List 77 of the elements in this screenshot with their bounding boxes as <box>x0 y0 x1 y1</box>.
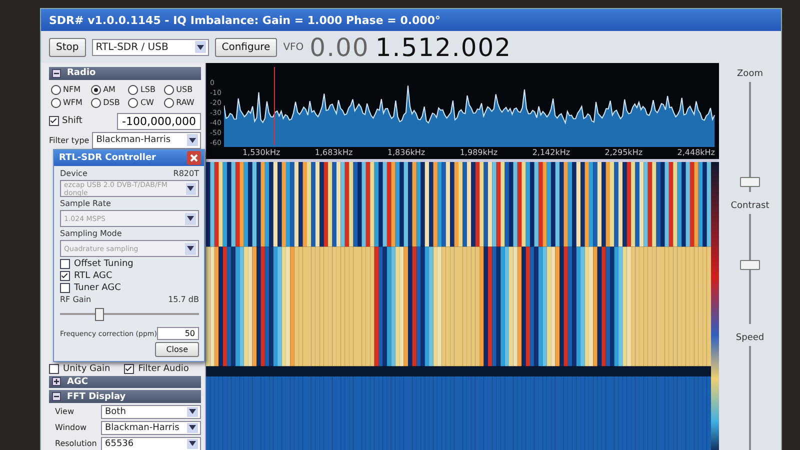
checkbox-label[interactable]: Tuner AGC <box>74 283 121 293</box>
radio-label[interactable]: CW <box>140 98 154 108</box>
checkbox-label[interactable]: Filter Audio <box>138 364 189 374</box>
slider-thumb[interactable] <box>740 177 760 187</box>
axis-label: 1,530kHz <box>242 148 280 157</box>
section-header[interactable]: Radio <box>49 67 201 80</box>
radio-label[interactable]: WFM <box>63 98 82 108</box>
checkbox-label[interactable]: RTL AGC <box>74 271 112 281</box>
vfo-frequency[interactable]: 1.512.002 <box>375 32 512 62</box>
slider-thumb[interactable] <box>94 308 104 321</box>
ppm-field[interactable]: 50 <box>157 327 199 340</box>
close-icon[interactable] <box>187 151 201 165</box>
radio-button[interactable] <box>164 84 174 95</box>
checkbox-label[interactable]: Offset Tuning <box>74 259 134 269</box>
window-title: SDR# v1.0.0.1145 - IQ Imbalance: Gain = 1.000 Phase = 0.000° <box>49 14 440 26</box>
vfo-label: VFO <box>283 42 304 52</box>
checkbox-label[interactable]: Unity Gain <box>63 364 110 374</box>
radio-label[interactable]: USB <box>176 85 193 94</box>
axis-label: 2,448kHz <box>677 148 715 157</box>
slider-thumb[interactable] <box>740 260 760 270</box>
radio-button[interactable] <box>128 84 138 95</box>
field-label: Device <box>60 169 88 178</box>
dropdown-arrow-icon[interactable] <box>187 422 198 433</box>
field-label: RF Gain <box>60 295 92 304</box>
axis-label: 1,683kHz <box>314 148 353 157</box>
field-label: Filter type <box>49 136 90 145</box>
filter-dropdown[interactable]: Blackman-Harris <box>92 132 201 149</box>
dropdown-arrow-icon[interactable] <box>187 406 198 417</box>
dropdown[interactable]: Both <box>101 404 201 419</box>
stop-button[interactable]: Stop <box>49 38 86 56</box>
radio-button[interactable] <box>128 98 138 108</box>
vfo-digits: 0.00 <box>310 32 370 62</box>
checkbox-label[interactable]: Shift <box>62 116 82 126</box>
checkbox[interactable] <box>60 271 70 281</box>
radio-label[interactable]: AM <box>103 85 116 94</box>
section-header[interactable]: AGC <box>49 376 201 388</box>
axis-label: 2,295kHz <box>604 148 643 157</box>
slider-label: Contrast <box>730 201 770 211</box>
slider-label: Zoom <box>737 69 763 79</box>
field-label: View <box>55 407 75 416</box>
radio-button[interactable] <box>51 84 61 95</box>
checkbox[interactable] <box>124 364 134 374</box>
checkbox[interactable] <box>49 364 59 374</box>
radio-button[interactable] <box>91 98 102 108</box>
axis-label: 1,989kHz <box>460 148 498 157</box>
close-button[interactable]: Close <box>155 342 199 357</box>
field-label: Sampling Mode <box>60 229 123 238</box>
field-label: Sample Rate <box>60 199 112 208</box>
checkbox[interactable] <box>60 259 70 269</box>
source-dropdown[interactable]: RTL-SDR / USB <box>92 38 209 56</box>
radio-label[interactable]: LSB <box>140 85 156 94</box>
gain-value: 15.7 dB <box>168 295 199 304</box>
axis-label: 1,836kHz <box>387 148 426 157</box>
tuning-marker[interactable] <box>274 67 276 145</box>
section-header[interactable]: FFT Display <box>49 390 201 403</box>
field-label: Resolution <box>55 439 95 448</box>
shift-field[interactable]: -100,000,000 <box>117 112 201 130</box>
checkbox[interactable] <box>60 283 70 293</box>
radio-label[interactable]: RAW <box>176 98 194 108</box>
collapse-icon[interactable] <box>52 392 61 402</box>
configure-button[interactable]: Configure <box>214 38 278 56</box>
expand-icon[interactable] <box>52 377 61 386</box>
dropdown-arrow-icon[interactable] <box>187 438 198 449</box>
field-label: Window <box>55 423 88 432</box>
radio-button[interactable] <box>164 98 174 108</box>
axis-label: 2,142kHz <box>532 148 570 157</box>
radio-button[interactable] <box>91 84 102 95</box>
checkbox[interactable] <box>49 116 59 126</box>
radio-label[interactable]: DSB <box>103 98 120 108</box>
slider-label: Speed <box>736 333 764 343</box>
radio-label[interactable]: NFM <box>63 85 80 94</box>
collapse-icon[interactable] <box>52 68 61 78</box>
tuner-label: R820T <box>173 169 199 178</box>
radio-button[interactable] <box>51 98 61 108</box>
dropdown[interactable]: 65536 <box>101 436 201 450</box>
dropdown[interactable]: Blackman-Harris <box>101 420 201 435</box>
dialog-title: RTL-SDR Controller <box>59 153 156 163</box>
